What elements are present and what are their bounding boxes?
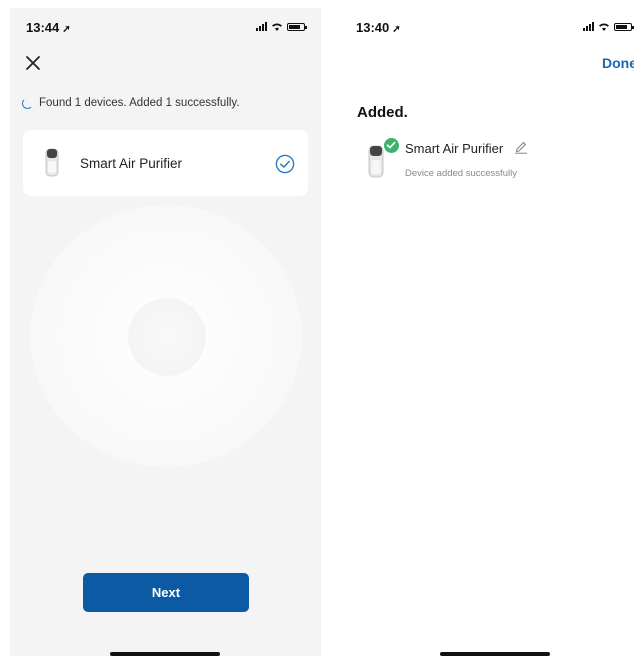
- battery-icon: [614, 22, 634, 31]
- wifi-icon: [272, 23, 282, 31]
- added-device-status: Device added successfully: [405, 168, 517, 179]
- loading-spinner-icon: [22, 97, 33, 109]
- status-time: 13:44 ➚: [26, 20, 71, 35]
- home-indicator: [440, 652, 550, 656]
- check-circle-icon: [275, 154, 295, 174]
- found-device-name: Smart Air Purifier: [80, 156, 183, 171]
- location-arrow-icon: ➚: [392, 24, 401, 35]
- home-indicator: [110, 652, 220, 656]
- scanning-radar-center: [128, 298, 206, 376]
- pencil-icon[interactable]: [514, 140, 528, 154]
- checkmark-badge-icon: [383, 137, 400, 154]
- status-icons: [583, 22, 634, 31]
- device-added-screen: 13:40 ➚ Done Added. Smart Air Purifier De…: [340, 8, 634, 656]
- air-purifier-icon: [368, 145, 384, 178]
- battery-icon: [287, 22, 307, 31]
- done-button[interactable]: Done: [602, 55, 634, 71]
- added-section-title: Added.: [357, 104, 408, 121]
- added-device-item[interactable]: Smart Air Purifier Device added successf…: [364, 136, 624, 186]
- close-icon[interactable]: [22, 52, 44, 74]
- wifi-icon: [599, 23, 609, 31]
- next-button[interactable]: Next: [83, 573, 249, 612]
- added-device-name: Smart Air Purifier: [405, 141, 504, 156]
- status-time: 13:40 ➚: [356, 20, 401, 35]
- search-status-text: Found 1 devices. Added 1 successfully.: [39, 97, 240, 109]
- status-bar: 13:40 ➚: [340, 8, 634, 44]
- air-purifier-icon: [45, 148, 59, 177]
- device-search-screen: 13:44 ➚ Found 1 devices. Added 1 successf…: [10, 8, 321, 656]
- status-icons: [256, 22, 307, 31]
- location-arrow-icon: ➚: [62, 24, 71, 35]
- signal-icon: [583, 22, 594, 31]
- found-device-card[interactable]: Smart Air Purifier: [23, 130, 308, 196]
- status-bar: 13:44 ➚: [10, 8, 321, 44]
- search-status: Found 1 devices. Added 1 successfully.: [22, 97, 240, 109]
- signal-icon: [256, 22, 267, 31]
